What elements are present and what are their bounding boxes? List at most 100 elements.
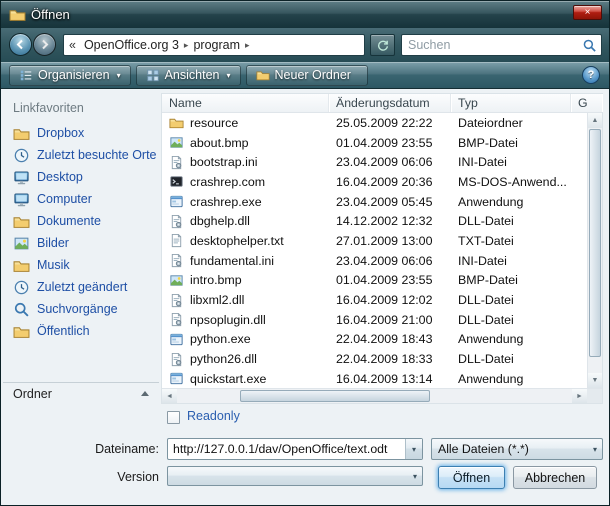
search-input[interactable] xyxy=(404,36,579,54)
breadcrumb-item[interactable]: program xyxy=(190,38,243,52)
horizontal-scrollbar[interactable]: ◄ ► xyxy=(162,388,602,403)
column-header-size[interactable]: G xyxy=(571,94,602,112)
sidebar-item[interactable]: Desktop xyxy=(5,166,159,188)
file-date: 16.04.2009 13:14 xyxy=(329,372,451,386)
folders-expander[interactable]: Ordner xyxy=(3,382,159,404)
file-row[interactable]: crashrep.exe 23.04.2009 05:45 Anwendung xyxy=(162,192,587,212)
readonly-label[interactable]: Readonly xyxy=(187,409,240,423)
breadcrumb: « OpenOffice.org 3 ▸ program ▸ xyxy=(63,34,365,56)
dropdown-arrow-icon: ▾ xyxy=(117,71,121,80)
file-row[interactable]: libxml2.dll 16.04.2009 12:02 DLL-Datei xyxy=(162,290,587,310)
sidebar-item-label: Dropbox xyxy=(37,126,84,140)
refresh-button[interactable] xyxy=(370,34,395,56)
scroll-up-icon[interactable]: ▲ xyxy=(588,113,602,128)
breadcrumb-overflow-chevrons[interactable]: « xyxy=(64,38,81,52)
scroll-left-icon[interactable]: ◄ xyxy=(162,389,177,403)
organize-icon xyxy=(19,68,33,82)
sidebar-item[interactable]: Suchvorgänge xyxy=(5,298,159,320)
file-row[interactable]: quickstart.exe 16.04.2009 13:14 Anwendun… xyxy=(162,369,587,388)
recent-changed-icon xyxy=(13,279,30,296)
search-icon xyxy=(582,38,597,53)
cancel-button[interactable]: Abbrechen xyxy=(513,466,597,489)
chevron-up-icon xyxy=(141,391,149,396)
file-date: 14.12.2002 12:32 xyxy=(329,214,451,228)
dll-icon xyxy=(169,312,184,327)
title-bar[interactable]: Öffnen × xyxy=(1,1,609,28)
file-list: Name Änderungsdatum Typ G resource 2 xyxy=(161,93,603,404)
sidebar-item-label: Zuletzt besuchte Orte xyxy=(37,148,157,162)
dll-icon xyxy=(169,293,184,308)
open-button[interactable]: Öffnen xyxy=(438,466,505,489)
filename-dropdown-arrow-icon[interactable]: ▾ xyxy=(405,439,422,459)
dos-icon xyxy=(169,174,184,189)
version-dropdown[interactable]: ▾ xyxy=(167,466,423,486)
readonly-checkbox[interactable] xyxy=(167,411,180,424)
file-row[interactable]: npsoplugin.dll 16.04.2009 21:00 DLL-Date… xyxy=(162,310,587,330)
file-row[interactable]: bootstrap.ini 23.04.2009 06:06 INI-Datei xyxy=(162,152,587,172)
scroll-down-icon[interactable]: ▼ xyxy=(588,373,602,388)
file-date: 23.04.2009 06:06 xyxy=(329,155,451,169)
file-row[interactable]: about.bmp 01.04.2009 23:55 BMP-Datei xyxy=(162,133,587,153)
sidebar-item[interactable]: Dokumente xyxy=(5,210,159,232)
file-date: 27.01.2009 13:00 xyxy=(329,234,451,248)
sidebar-item[interactable]: Musik xyxy=(5,254,159,276)
column-header-date[interactable]: Änderungsdatum xyxy=(329,94,451,112)
file-name: desktophelper.txt xyxy=(190,234,284,248)
file-type: Dateiordner xyxy=(451,116,571,130)
file-row[interactable]: python26.dll 22.04.2009 18:33 DLL-Datei xyxy=(162,349,587,369)
vertical-scroll-thumb[interactable] xyxy=(589,129,601,357)
file-row[interactable]: python.exe 22.04.2009 18:43 Anwendung xyxy=(162,330,587,350)
sidebar-item[interactable]: Computer xyxy=(5,188,159,210)
forward-button[interactable] xyxy=(33,33,56,56)
horizontal-scroll-thumb[interactable] xyxy=(240,390,430,402)
sidebar-item[interactable]: Zuletzt geändert xyxy=(5,276,159,298)
sidebar-item-label: Bilder xyxy=(37,236,69,250)
filename-input[interactable] xyxy=(169,440,405,458)
close-button[interactable]: × xyxy=(573,5,602,20)
sidebar-item-label: Musik xyxy=(37,258,70,272)
navigation-bar: « OpenOffice.org 3 ▸ program ▸ xyxy=(1,28,609,62)
toolbar-button[interactable]: Organisieren ▾ xyxy=(9,65,131,86)
file-name: python.exe xyxy=(190,332,251,346)
file-row[interactable]: dbghelp.dll 14.12.2002 12:32 DLL-Datei xyxy=(162,211,587,231)
column-header-name[interactable]: Name xyxy=(162,94,329,112)
column-header-type[interactable]: Typ xyxy=(451,94,571,112)
file-row[interactable]: crashrep.com 16.04.2009 20:36 MS-DOS-Anw… xyxy=(162,172,587,192)
toolbar-button[interactable]: Neuer Ordner xyxy=(246,65,368,86)
file-date: 01.04.2009 23:55 xyxy=(329,273,451,287)
open-file-dialog: Öffnen × « OpenOffice.org 3 ▸ program ▸ xyxy=(0,0,610,506)
file-name: libxml2.dll xyxy=(190,293,244,307)
favorite-links-pane: Linkfavoriten Dropbox Zuletzt xyxy=(3,89,159,404)
file-row[interactable]: fundamental.ini 23.04.2009 06:06 INI-Dat… xyxy=(162,251,587,271)
file-date: 25.05.2009 22:22 xyxy=(329,116,451,130)
help-button[interactable]: ? xyxy=(582,66,600,84)
txt-icon xyxy=(169,233,184,248)
breadcrumb-separator-icon[interactable]: ▸ xyxy=(182,40,191,51)
file-row[interactable]: desktophelper.txt 27.01.2009 13:00 TXT-D… xyxy=(162,231,587,251)
version-arrow-icon: ▾ xyxy=(413,472,417,481)
file-date: 22.04.2009 18:33 xyxy=(329,352,451,366)
file-date: 22.04.2009 18:43 xyxy=(329,332,451,346)
vertical-scrollbar[interactable]: ▲ ▼ xyxy=(587,113,602,388)
sidebar-item[interactable]: Öffentlich xyxy=(5,320,159,342)
file-type: INI-Datei xyxy=(451,155,571,169)
scroll-right-icon[interactable]: ► xyxy=(572,389,587,403)
file-name: npsoplugin.dll xyxy=(190,313,266,327)
filetype-value: Alle Dateien (*.*) xyxy=(438,442,529,456)
file-row[interactable]: resource 25.05.2009 22:22 Dateiordner xyxy=(162,113,587,133)
sidebar-item[interactable]: Zuletzt besuchte Orte xyxy=(5,144,159,166)
breadcrumb-separator-icon[interactable]: ▸ xyxy=(243,40,252,51)
back-button[interactable] xyxy=(9,33,32,56)
dll-icon xyxy=(169,352,184,367)
file-row[interactable]: intro.bmp 01.04.2009 23:55 BMP-Datei xyxy=(162,271,587,291)
filetype-dropdown[interactable]: Alle Dateien (*.*) ▾ xyxy=(431,438,603,460)
file-type: Anwendung xyxy=(451,372,571,386)
breadcrumb-item[interactable]: OpenOffice.org 3 xyxy=(81,38,182,52)
sidebar-item[interactable]: Dropbox xyxy=(5,122,159,144)
file-type: Anwendung xyxy=(451,332,571,346)
column-headers: Name Änderungsdatum Typ G xyxy=(162,94,602,113)
toolbar-button[interactable]: Ansichten ▾ xyxy=(136,65,241,86)
sidebar-item[interactable]: Bilder xyxy=(5,232,159,254)
file-date: 16.04.2009 12:02 xyxy=(329,293,451,307)
exe-icon xyxy=(169,194,184,209)
